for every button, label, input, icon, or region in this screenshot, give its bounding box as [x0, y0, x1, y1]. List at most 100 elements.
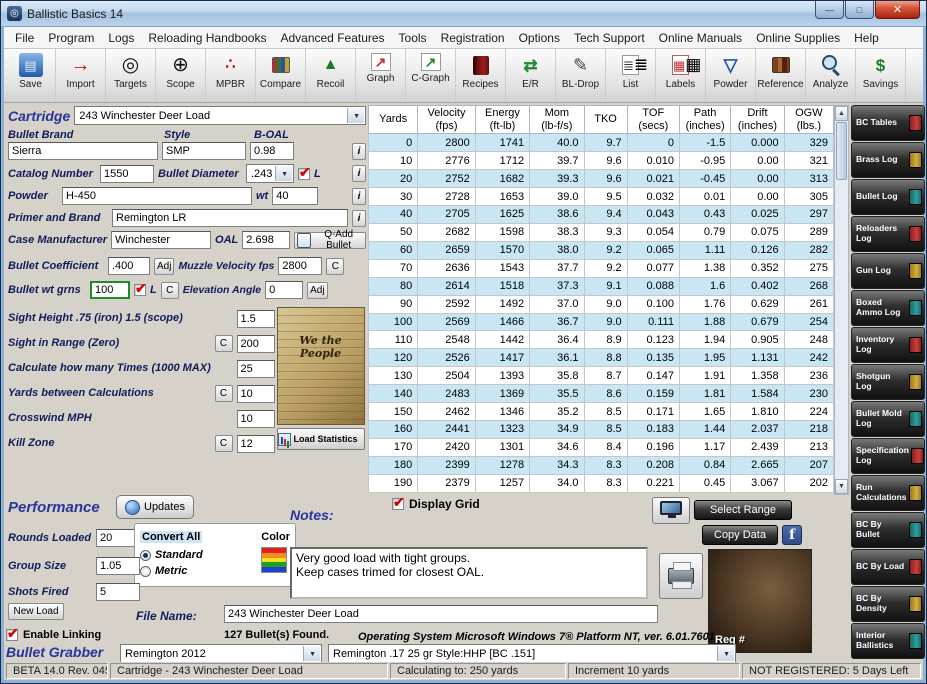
- toolbar-targets[interactable]: Targets: [106, 49, 156, 102]
- table-row[interactable]: 1602441132334.98.50.1831.442.037218: [369, 421, 834, 439]
- grabber-bullet-select[interactable]: Remington .17 25 gr Style:HHP [BC .151]: [328, 644, 736, 663]
- scroll-down-icon[interactable]: ▼: [835, 479, 848, 494]
- sidebar-bc-by-density[interactable]: BC By Density: [851, 586, 925, 622]
- table-row[interactable]: 1502462134635.28.50.1711.651.810224: [369, 403, 834, 421]
- menu-file[interactable]: File: [8, 28, 41, 48]
- file-name-input[interactable]: [224, 605, 658, 623]
- table-row[interactable]: 302728165339.09.50.0320.010.00305: [369, 188, 834, 206]
- sidebar-reloaders-log[interactable]: Reloaders Log: [851, 216, 925, 252]
- sidebar-interior-ballistics[interactable]: Interior Ballistics: [851, 623, 925, 659]
- facebook-button[interactable]: f: [782, 525, 802, 545]
- sidebar-shotgun-log[interactable]: Shotgun Log: [851, 364, 925, 400]
- kill-zone-input[interactable]: [237, 435, 275, 453]
- table-row[interactable]: 602659157038.09.20.0651.110.126282: [369, 241, 834, 259]
- q-add-bullet-button[interactable]: Q-Add Bullet: [294, 232, 366, 249]
- toolbar-savings[interactable]: Savings: [856, 49, 906, 102]
- standard-radio-row[interactable]: Standard: [140, 549, 253, 561]
- bullet-wt-input[interactable]: [90, 281, 130, 299]
- info-button[interactable]: i: [352, 188, 366, 205]
- info-button[interactable]: i: [352, 165, 366, 182]
- table-row[interactable]: 702636154337.79.20.0771.380.352275: [369, 259, 834, 277]
- sidebar-bc-by-bullet[interactable]: BC By Bullet: [851, 512, 925, 548]
- powder-input[interactable]: [62, 187, 252, 205]
- table-row[interactable]: 1802399127834.38.30.2080.842.665207: [369, 456, 834, 474]
- crosswind-input[interactable]: [237, 410, 275, 428]
- updates-button[interactable]: Updates: [116, 495, 194, 519]
- registration-photo[interactable]: Reg #: [708, 549, 812, 653]
- oal-input[interactable]: [242, 231, 290, 249]
- toolbar-labels[interactable]: ▦Labels: [656, 49, 706, 102]
- sidebar-brass-log[interactable]: Brass Log: [851, 142, 925, 178]
- cartridge-select[interactable]: 243 Winchester Deer Load: [74, 106, 366, 125]
- maximize-button[interactable]: □: [845, 1, 874, 19]
- monitor-button[interactable]: [652, 497, 690, 524]
- color-swatch-icon[interactable]: [261, 547, 287, 573]
- catalog-number-input[interactable]: [100, 165, 154, 183]
- info-button[interactable]: i: [352, 143, 366, 160]
- grabber-brand-select[interactable]: Remington 2012: [120, 644, 322, 663]
- menu-tech-support[interactable]: Tech Support: [567, 28, 652, 48]
- info-button[interactable]: i: [352, 210, 366, 227]
- menu-program[interactable]: Program: [41, 28, 101, 48]
- c-button[interactable]: C: [215, 385, 233, 402]
- toolbar-import[interactable]: Import: [56, 49, 106, 102]
- table-row[interactable]: 1302504139335.88.70.1471.911.358236: [369, 367, 834, 385]
- toolbar-compare[interactable]: Compare: [256, 49, 306, 102]
- toolbar-c-graph[interactable]: C-Graph: [406, 49, 456, 102]
- scroll-up-icon[interactable]: ▲: [835, 106, 848, 121]
- case-manufacturer-input[interactable]: [111, 231, 211, 249]
- muzzle-velocity-input[interactable]: [278, 257, 322, 275]
- c-button[interactable]: C: [215, 435, 233, 452]
- menu-registration[interactable]: Registration: [434, 28, 512, 48]
- load-statistics-button[interactable]: Load Statistics: [277, 428, 365, 450]
- yards-between-input[interactable]: [237, 385, 275, 403]
- bullet-wt-lock-checkbox[interactable]: [134, 284, 146, 296]
- sidebar-bc-tables[interactable]: BC Tables: [851, 105, 925, 141]
- diameter-lock-checkbox[interactable]: [298, 168, 310, 180]
- enable-linking-checkbox[interactable]: [6, 629, 18, 641]
- bullet-brand-input[interactable]: [8, 142, 158, 160]
- primer-input[interactable]: [112, 209, 348, 227]
- notes-textarea[interactable]: Very good load with tight groups. Keep c…: [290, 547, 648, 599]
- group-size-input[interactable]: [96, 557, 140, 575]
- sight-in-range-input[interactable]: [237, 335, 275, 353]
- toolbar-recoil[interactable]: Recoil: [306, 49, 356, 102]
- toolbar-scope[interactable]: Scope: [156, 49, 206, 102]
- table-row[interactable]: 02800174140.09.70-1.50.000329: [369, 134, 834, 152]
- menu-reloading-handbooks[interactable]: Reloading Handbooks: [141, 28, 273, 48]
- sidebar-bullet-mold-log[interactable]: Bullet Mold Log: [851, 401, 925, 437]
- bullet-diameter-select[interactable]: .243: [246, 164, 294, 183]
- menu-options[interactable]: Options: [512, 28, 567, 48]
- menu-tools[interactable]: Tools: [392, 28, 434, 48]
- toolbar-bl-drop[interactable]: BL-Drop: [556, 49, 606, 102]
- toolbar-list[interactable]: ≣List: [606, 49, 656, 102]
- toolbar-save[interactable]: Save: [6, 49, 56, 102]
- boal-input[interactable]: [250, 142, 294, 160]
- table-row[interactable]: 502682159838.39.30.0540.790.075289: [369, 223, 834, 241]
- menu-help[interactable]: Help: [847, 28, 886, 48]
- select-range-button[interactable]: Select Range: [694, 500, 792, 520]
- sidebar-bullet-log[interactable]: Bullet Log: [851, 179, 925, 215]
- menu-online-supplies[interactable]: Online Supplies: [749, 28, 847, 48]
- c-button[interactable]: C: [215, 335, 233, 352]
- minimize-button[interactable]: —: [815, 1, 844, 19]
- elevation-angle-input[interactable]: [265, 281, 303, 299]
- menu-advanced-features[interactable]: Advanced Features: [273, 28, 391, 48]
- table-row[interactable]: 1702420130134.68.40.1961.172.439213: [369, 438, 834, 456]
- sidebar-inventory-log[interactable]: Inventory Log: [851, 327, 925, 363]
- display-grid-toggle[interactable]: Display Grid: [392, 497, 480, 511]
- toolbar-er[interactable]: E/R: [506, 49, 556, 102]
- print-button[interactable]: [659, 553, 703, 599]
- calc-times-input[interactable]: [237, 360, 275, 378]
- table-row[interactable]: 1202526141736.18.80.1351.951.131242: [369, 349, 834, 367]
- menu-logs[interactable]: Logs: [101, 28, 141, 48]
- c-button[interactable]: C: [161, 282, 179, 299]
- metric-radio[interactable]: [140, 566, 151, 577]
- table-row[interactable]: 402705162538.69.40.0430.430.025297: [369, 205, 834, 223]
- sidebar-run-calculations[interactable]: Run Calculations: [851, 475, 925, 511]
- bullet-coefficient-input[interactable]: [108, 257, 150, 275]
- table-row[interactable]: 902592149237.09.00.1001.760.629261: [369, 295, 834, 313]
- scrollbar-thumb[interactable]: [836, 122, 847, 180]
- copy-data-button[interactable]: Copy Data: [702, 525, 778, 545]
- table-row[interactable]: 1102548144236.48.90.1231.940.905248: [369, 331, 834, 349]
